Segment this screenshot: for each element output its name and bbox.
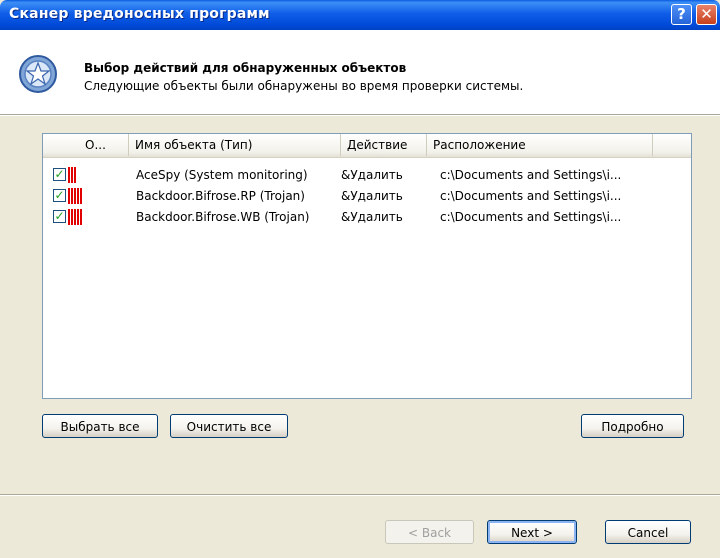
checkmark-icon: ✓ (54, 188, 65, 202)
close-button[interactable]: ✕ (696, 4, 717, 25)
header-subtitle: Следующие объекты были обнаружены во вре… (84, 79, 524, 93)
severity-bar (68, 209, 70, 225)
item-name: Backdoor.Bifrose.WB (Trojan) (136, 210, 310, 224)
checkmark-icon: ✓ (54, 209, 65, 223)
header-title: Выбор действий для обнаруженных объектов (84, 61, 407, 75)
header-divider (0, 114, 720, 116)
item-action[interactable]: &Удалить (341, 207, 427, 228)
severity-bar (71, 167, 73, 183)
help-button[interactable]: ? (671, 4, 692, 25)
item-checkbox[interactable]: ✓ (53, 210, 66, 223)
item-action[interactable]: &Удалить (341, 186, 427, 207)
footer-divider (0, 494, 720, 496)
severity-bar (74, 209, 76, 225)
item-location: c:\Documents and Settings\i... (440, 189, 622, 203)
list-item[interactable]: ✓ Backdoor.Bifrose.WB (Trojan) &Удалить … (43, 207, 691, 228)
severity-bar (71, 188, 73, 204)
severity-bar (80, 188, 82, 204)
severity-bar (68, 188, 70, 204)
severity-bar (77, 188, 79, 204)
item-location: c:\Documents and Settings\i... (440, 210, 622, 224)
item-name: Backdoor.Bifrose.RP (Trojan) (136, 189, 305, 203)
clear-all-button[interactable]: Очистить все (170, 414, 288, 438)
column-header-name[interactable]: Имя объекта (Тип) (129, 134, 341, 156)
back-button[interactable]: < Back (385, 520, 474, 544)
select-all-button[interactable]: Выбрать все (42, 414, 158, 438)
detected-objects-list[interactable]: О... Имя объекта (Тип) Действие Располож… (42, 133, 692, 399)
next-button[interactable]: Next > (487, 520, 577, 544)
severity-bar (74, 167, 76, 183)
item-action[interactable]: &Удалить (341, 165, 427, 186)
column-header-action[interactable]: Действие (341, 134, 427, 156)
list-header: О... Имя объекта (Тип) Действие Располож… (43, 134, 691, 158)
list-item[interactable]: ✓ AceSpy (System monitoring) &Удалить c:… (43, 165, 691, 186)
severity-bar (68, 167, 70, 183)
severity-bar (71, 209, 73, 225)
severity-bar (80, 209, 82, 225)
shield-star-icon (19, 55, 57, 93)
item-name: AceSpy (System monitoring) (136, 168, 308, 182)
item-location: c:\Documents and Settings\i... (440, 168, 622, 182)
checkmark-icon: ✓ (54, 167, 65, 181)
column-header-location[interactable]: Расположение (427, 134, 653, 156)
severity-bar (77, 209, 79, 225)
list-item[interactable]: ✓ Backdoor.Bifrose.RP (Trojan) &Удалить … (43, 186, 691, 207)
window-title: Сканер вредоносных программ (9, 6, 270, 22)
item-checkbox[interactable]: ✓ (53, 189, 66, 202)
column-header-status[interactable]: О... (79, 134, 129, 156)
details-button[interactable]: Подробно (581, 414, 684, 438)
item-checkbox[interactable]: ✓ (53, 168, 66, 181)
dialog-window: Сканер вредоносных программ ? ✕ Выбор де… (0, 0, 720, 558)
severity-bar (74, 188, 76, 204)
title-bar[interactable]: Сканер вредоносных программ ? ✕ (0, 0, 720, 30)
cancel-button[interactable]: Cancel (605, 520, 691, 544)
